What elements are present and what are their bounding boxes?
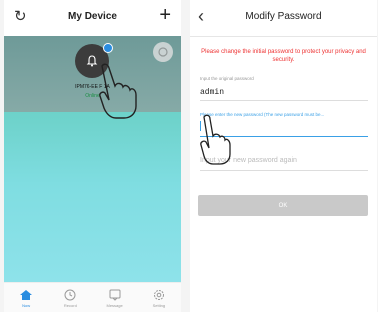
divider	[200, 170, 368, 171]
device-card[interactable]: IPM76-EE F 1A Online	[4, 36, 181, 119]
ok-button[interactable]: OK	[198, 195, 368, 216]
device-settings-icon[interactable]	[153, 42, 173, 62]
ok-button-label: OK	[278, 202, 288, 209]
tab-message[interactable]: Message	[93, 283, 137, 312]
tab-label: Setting	[152, 302, 166, 308]
my-device-screen: ↻ My Device + IPM76-EE F 1A Online Now R…	[4, 0, 181, 312]
pointing-hand-icon	[200, 114, 231, 165]
tab-setting[interactable]: Setting	[137, 283, 181, 312]
device-header: ↻ My Device +	[4, 0, 181, 36]
divider	[200, 100, 368, 101]
tab-label: Now	[22, 302, 31, 308]
add-device-icon[interactable]: +	[159, 4, 171, 26]
home-icon	[20, 289, 33, 300]
original-password-field[interactable]: admin	[200, 88, 224, 97]
notification-dot	[103, 43, 113, 53]
tab-record[interactable]: Record	[48, 283, 92, 312]
device-name: IPM76-EE F 1A	[75, 84, 110, 90]
page-title: Modify Password	[245, 11, 322, 22]
device-status: Online	[85, 93, 100, 99]
clock-icon	[64, 289, 76, 300]
tab-label: Record	[63, 302, 77, 308]
bottom-tab-bar: Now Record Message Setting	[4, 282, 181, 312]
message-icon	[109, 289, 121, 301]
pointing-hand-icon	[99, 63, 137, 119]
gear-icon	[153, 289, 164, 300]
page-title: My Device	[68, 11, 117, 22]
modify-password-screen: ‹ Modify Password Please change the init…	[190, 0, 377, 312]
tab-now[interactable]: Now	[4, 283, 48, 312]
password-header: ‹ Modify Password	[190, 0, 377, 37]
device-list: IPM76-EE F 1A Online	[4, 36, 181, 282]
original-password-label: Input the original password	[200, 76, 254, 81]
security-warning: Please change the initial password to pr…	[201, 49, 366, 63]
tab-label: Message	[106, 302, 123, 308]
